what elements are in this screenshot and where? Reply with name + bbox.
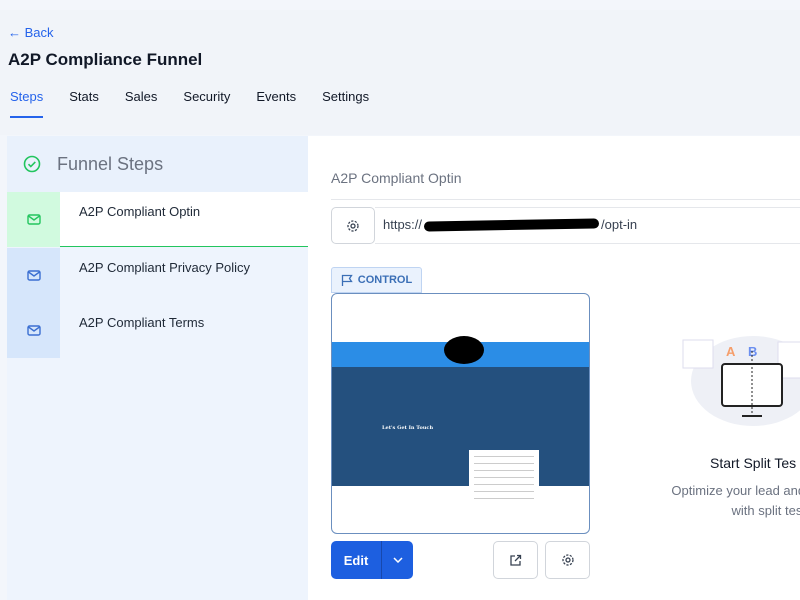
sidebar-header: Funnel Steps	[7, 136, 308, 192]
preview-hero	[332, 367, 589, 533]
step-title: A2P Compliant Optin	[331, 170, 462, 186]
tab-sales[interactable]: Sales	[125, 89, 158, 118]
edit-dropdown-button[interactable]	[382, 541, 413, 579]
page-title: A2P Compliance Funnel	[8, 50, 203, 69]
url-text[interactable]: https:// /opt-in	[383, 217, 637, 232]
tab-events[interactable]: Events	[256, 89, 296, 118]
flag-icon	[341, 274, 353, 286]
redaction	[423, 217, 600, 232]
step-item[interactable]: A2P Compliant Optin	[7, 192, 308, 247]
tab-security[interactable]: Security	[183, 89, 230, 118]
preview-heading: Let's Get In Touch	[382, 425, 434, 431]
tab-settings[interactable]: Settings	[322, 89, 369, 118]
mail-icon	[7, 303, 60, 358]
variant-settings-button[interactable]	[545, 541, 590, 579]
url-settings-button[interactable]	[331, 207, 375, 244]
preview-form	[469, 450, 539, 533]
tab-steps[interactable]: Steps	[10, 89, 44, 118]
step-item[interactable]: A2P Compliant Terms	[7, 303, 308, 358]
gear-icon	[561, 554, 574, 566]
svg-text:B: B	[748, 344, 757, 359]
split-desc-line: with split tests	[731, 503, 800, 518]
funnel-steps-sidebar: Funnel Steps A2P Compliant Optin A2P Com…	[7, 136, 308, 600]
tab-stats[interactable]: Stats	[69, 89, 99, 118]
control-badge: CONTROL	[331, 267, 422, 293]
split-desc-line: Optimize your lead and sale	[671, 483, 800, 498]
split-test-illustration: A B	[682, 336, 800, 426]
page-preview[interactable]: Let's Get In Touch	[331, 293, 590, 534]
step-label: A2P Compliant Privacy Policy	[79, 260, 250, 275]
open-external-button[interactable]	[493, 541, 538, 579]
split-test-description: Optimize your lead and sale with split t…	[642, 481, 800, 521]
mail-icon	[7, 192, 60, 247]
check-circle-icon	[23, 155, 41, 173]
external-link-icon	[510, 554, 522, 566]
edit-button-group: Edit	[331, 541, 413, 579]
control-label: CONTROL	[357, 274, 413, 286]
mail-icon	[7, 248, 60, 303]
back-link[interactable]: ← Back	[8, 25, 54, 40]
tab-bar: Steps Stats Sales Security Events Settin…	[10, 89, 395, 118]
url-suffix: /opt-in	[601, 217, 638, 232]
step-label: A2P Compliant Optin	[79, 204, 201, 219]
gear-icon	[347, 219, 359, 232]
svg-text:A: A	[726, 344, 736, 359]
step-item[interactable]: A2P Compliant Privacy Policy	[7, 248, 308, 303]
edit-button[interactable]: Edit	[331, 541, 382, 579]
divider	[331, 199, 800, 200]
chevron-down-icon	[392, 557, 403, 563]
split-test-title: Start Split Tes	[710, 455, 797, 471]
step-detail-panel: A2P Compliant Optin https:// /opt-in CONT…	[308, 136, 800, 600]
sidebar-title: Funnel Steps	[57, 153, 164, 174]
url-prefix: https://	[383, 217, 423, 232]
step-label: A2P Compliant Terms	[79, 315, 205, 330]
redaction	[444, 336, 484, 364]
